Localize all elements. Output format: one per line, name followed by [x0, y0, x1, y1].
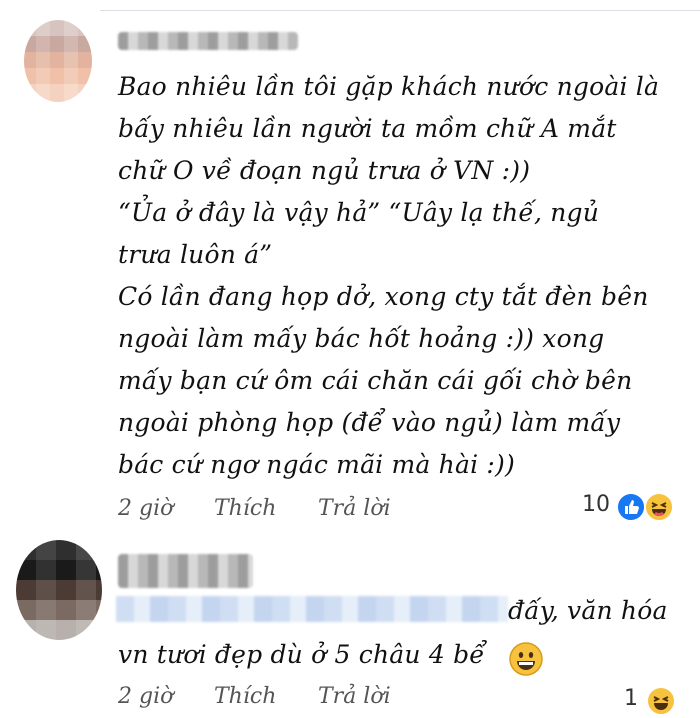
grinning-face-icon	[508, 641, 544, 677]
comment-text-line1: đấy, văn hóa	[508, 596, 668, 625]
comment-text: Bao nhiêu lần tôi gặp khách nước ngoài l…	[118, 72, 660, 479]
commenter-name-redacted[interactable]	[118, 554, 253, 588]
reaction-count: 1	[624, 686, 638, 711]
like-link[interactable]: Thích	[214, 684, 276, 709]
comment-timestamp[interactable]: 2 giờ	[118, 496, 173, 521]
reaction-count: 10	[582, 492, 610, 517]
reply-link[interactable]: Trả lời	[318, 684, 391, 709]
like-link[interactable]: Thích	[214, 496, 276, 521]
avatar[interactable]	[24, 20, 92, 102]
commenter-name-redacted[interactable]	[118, 32, 298, 50]
like-icon	[616, 492, 646, 522]
top-divider	[100, 10, 700, 11]
reply-link[interactable]: Trả lời	[318, 496, 391, 521]
comment-timestamp[interactable]: 2 giờ	[118, 684, 173, 709]
mention-redacted[interactable]	[116, 596, 508, 622]
haha-icon	[644, 492, 674, 522]
comment-text-line2: vn tươi đẹp dù ở 5 châu 4 bể	[118, 640, 485, 669]
avatar[interactable]	[16, 540, 102, 640]
haha-icon	[646, 686, 676, 716]
